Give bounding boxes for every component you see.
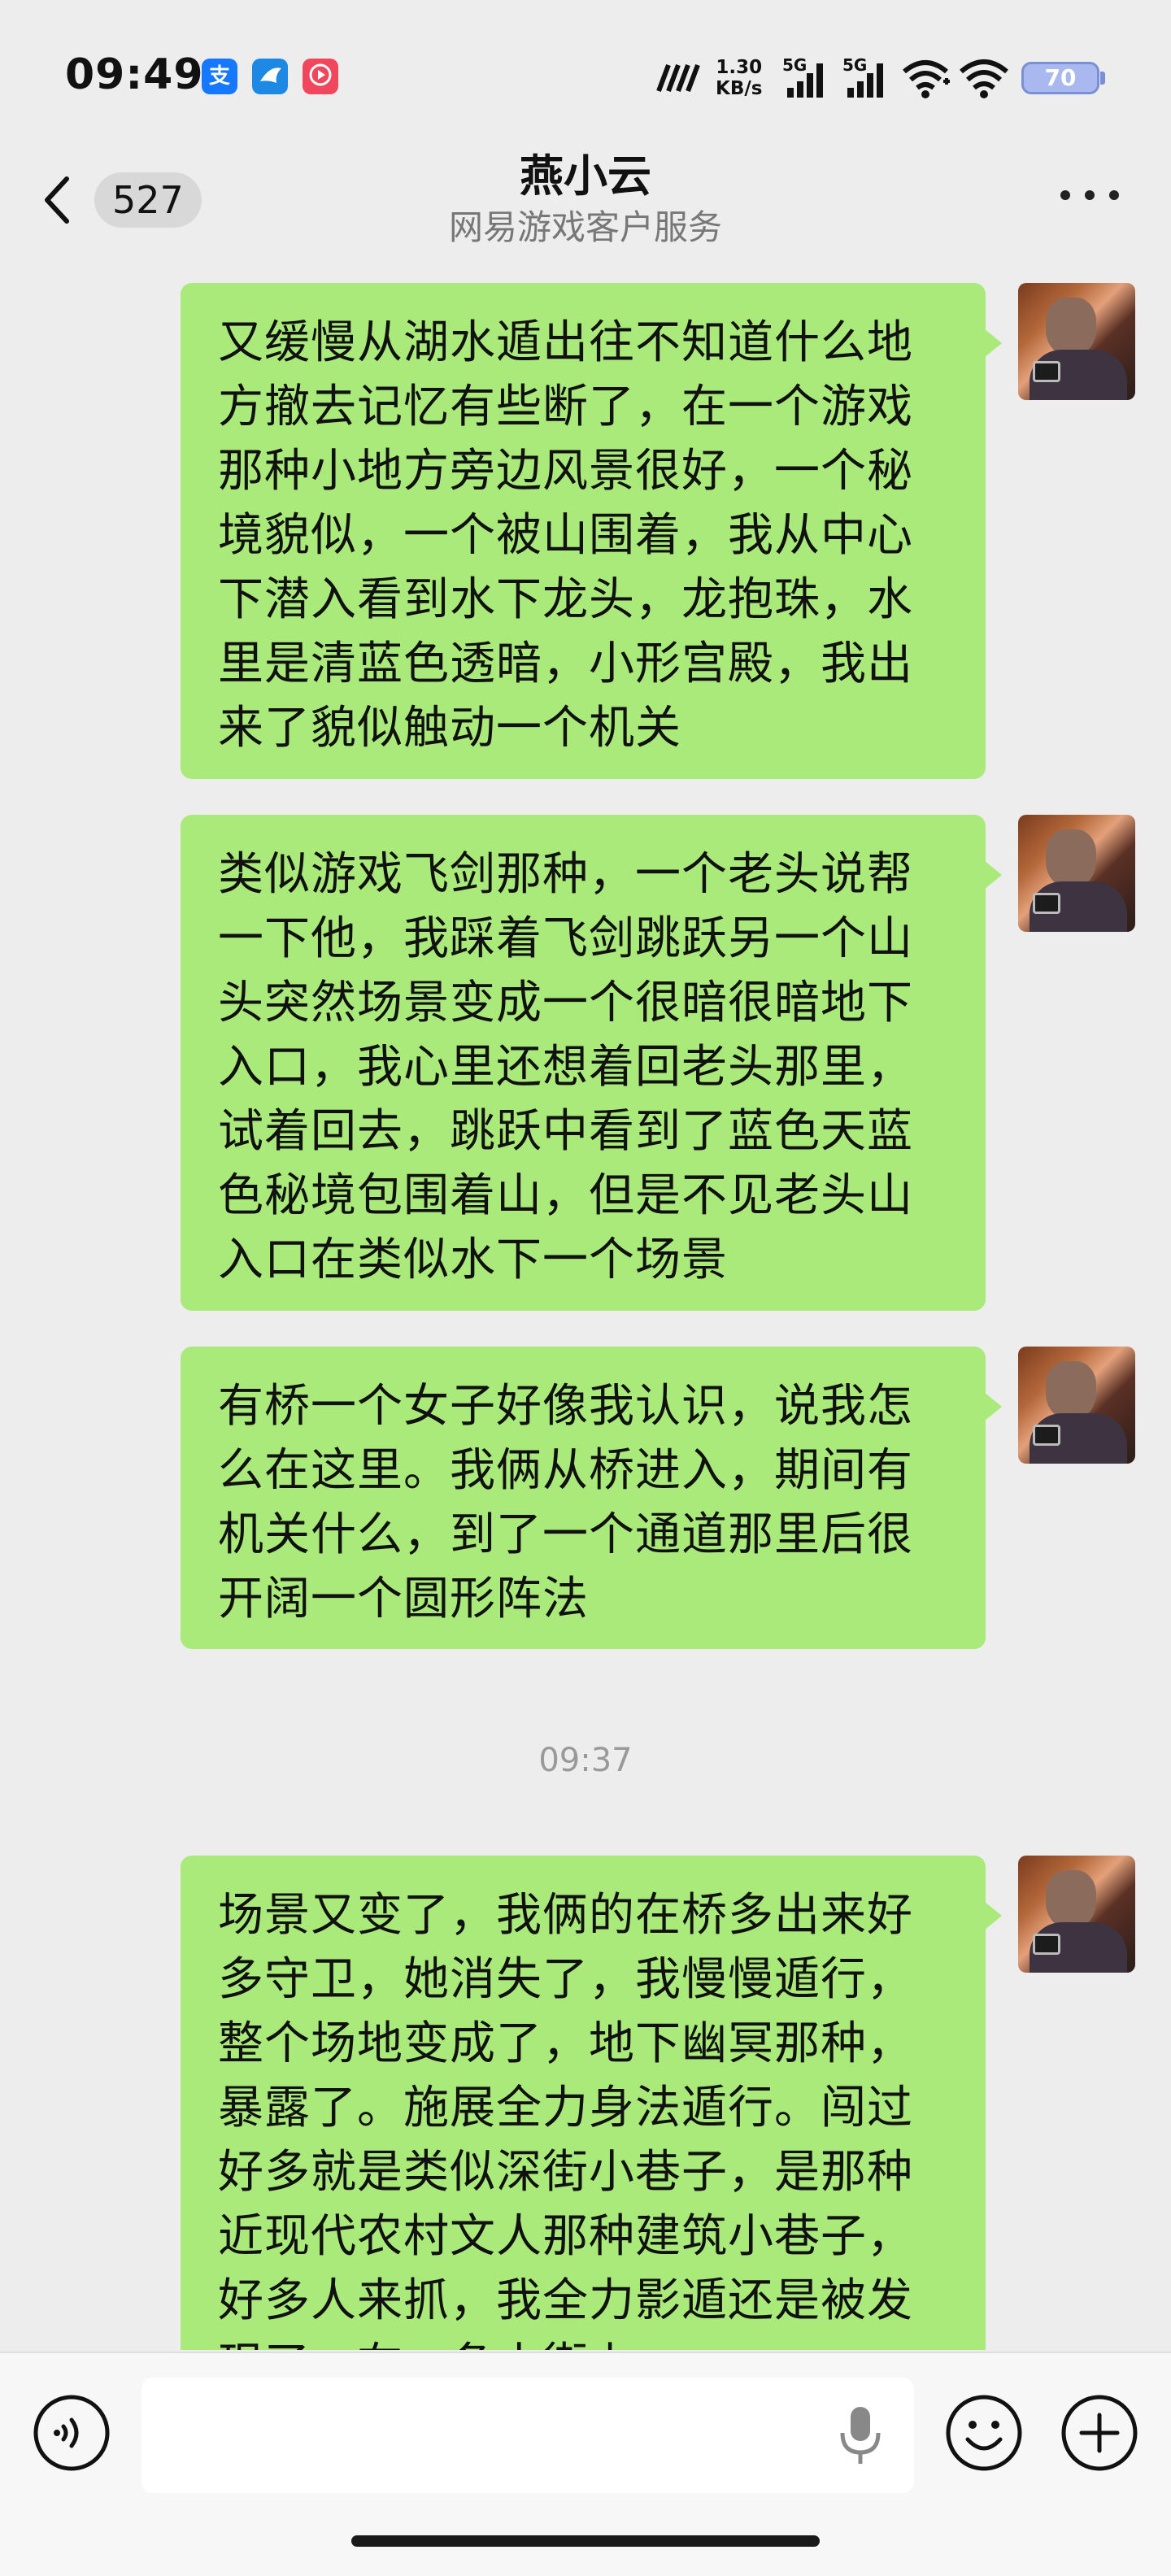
bird-app-notification-icon — [252, 59, 288, 94]
signal-strength-sim1-icon: 5G — [782, 55, 833, 99]
network-speed-unit: KB/s — [716, 78, 763, 99]
more-options-button[interactable] — [1057, 179, 1122, 211]
avatar[interactable] — [1018, 1856, 1135, 1973]
avatar-head — [1046, 1361, 1096, 1420]
network-speed: 1.30 KB/s — [716, 57, 762, 99]
alipay-notification-icon: 支 — [202, 59, 237, 94]
home-indicator[interactable] — [351, 2535, 820, 2547]
avatar-head — [1046, 298, 1096, 356]
status-time: 09:49 — [65, 50, 204, 99]
wifi-icon — [960, 59, 1008, 98]
status-bar: 09:49 支 1.30 KB/s 5G 5G 70 — [0, 0, 1171, 138]
avatar-head — [1046, 829, 1096, 888]
chat-title: 燕小云 — [520, 150, 651, 202]
more-dot — [1109, 190, 1119, 200]
voice-mode-icon[interactable] — [31, 2392, 112, 2474]
avatar-head — [1046, 1870, 1096, 1929]
message-bubble[interactable]: 又缓慢从湖水遁出往不知道什么地方撤去记忆有些断了，在一个游戏那种小地方旁边风景很… — [181, 283, 1002, 779]
avatar[interactable] — [1018, 1347, 1135, 1464]
plus-circle-icon[interactable] — [1059, 2392, 1140, 2474]
message-timestamp: 09:37 — [538, 1742, 633, 1779]
chat-header: 527 燕小云 网易游戏客户服务 — [0, 138, 1171, 260]
more-dot — [1085, 190, 1095, 200]
avatar[interactable] — [1018, 815, 1135, 932]
signal-strength-sim2-icon: 5G — [842, 55, 893, 99]
message-list[interactable]: 又缓慢从湖水遁出往不知道什么地方撤去记忆有些断了，在一个游戏那种小地方旁边风景很… — [0, 260, 1171, 2350]
network-speed-value: 1.30 — [716, 57, 763, 78]
message-bubble[interactable]: 类似游戏飞剑那种，一个老头说帮一下他，我踩着飞剑跳跃另一个山头突然场景变成一个很… — [181, 815, 1002, 1311]
battery-icon: 70 — [1021, 62, 1099, 94]
more-horizontal-icon — [1060, 190, 1070, 200]
avatar-camera — [1033, 893, 1060, 914]
microphone-icon[interactable] — [838, 2404, 883, 2467]
avatar-camera — [1033, 1934, 1060, 1955]
nfc-icon — [656, 63, 700, 93]
battery-cap — [1100, 72, 1105, 85]
chat-subtitle: 网易游戏客户服务 — [448, 207, 722, 247]
avatar-camera — [1033, 1425, 1060, 1446]
video-app-notification-icon — [303, 59, 338, 94]
avatar-camera — [1033, 361, 1060, 382]
wifi-hotspot-icon — [903, 60, 950, 98]
message-bubble[interactable]: 场景又变了，我俩的在桥多出来好多守卫，她消失了，我慢慢遁行，整个场地变成了，地下… — [181, 1856, 1002, 2350]
message-bubble[interactable]: 有桥一个女子好像我认识，说我怎么在这里。我俩从桥进入，期间有机关什么，到了一个通… — [181, 1347, 1002, 1649]
avatar[interactable] — [1018, 283, 1135, 400]
emoji-icon[interactable] — [943, 2392, 1025, 2474]
message-input[interactable] — [141, 2378, 914, 2493]
